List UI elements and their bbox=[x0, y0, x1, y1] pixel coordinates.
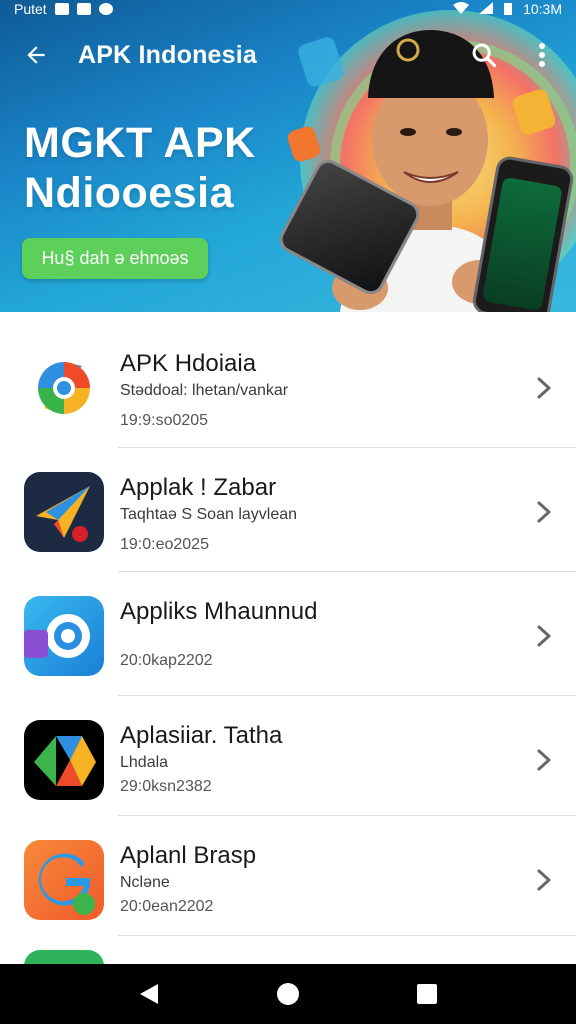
app-date: 20:0ean2202 bbox=[120, 898, 214, 915]
hero-title: MGKT APK Ndiooesia bbox=[24, 118, 256, 218]
list-item[interactable]: Applak ! Zabar Taqhtaə S Soan layvlean 1… bbox=[0, 448, 576, 572]
chevron-right-icon bbox=[537, 625, 551, 647]
chevron-right-icon bbox=[537, 377, 551, 399]
search-icon bbox=[472, 43, 497, 68]
chevron-right-icon bbox=[537, 749, 551, 771]
carrier-label: Putet bbox=[14, 1, 47, 17]
app-date: 19:9:so0205 bbox=[120, 412, 209, 429]
wifi-icon bbox=[453, 1, 470, 17]
app-title: APK Hdoiaia bbox=[120, 350, 257, 377]
nav-recents-button[interactable] bbox=[407, 974, 447, 1014]
notification-icon bbox=[98, 3, 113, 15]
overflow-menu-button[interactable] bbox=[524, 37, 560, 73]
nav-home-button[interactable] bbox=[268, 974, 308, 1014]
app-title: Aplanl Brasp bbox=[120, 842, 257, 869]
status-bar: Putet 10:3M bbox=[0, 0, 576, 18]
triangle-back-icon bbox=[140, 984, 159, 1004]
hero-cta-button[interactable]: Hu§ dah ə ehnoəs bbox=[22, 238, 208, 279]
arrow-left-icon bbox=[27, 46, 45, 64]
signal-icon bbox=[479, 1, 494, 17]
system-nav-bar bbox=[0, 964, 576, 1024]
circle-home-icon bbox=[276, 983, 299, 1005]
hero-title-line: MGKT APK bbox=[24, 119, 256, 167]
back-button[interactable] bbox=[16, 35, 56, 75]
chevron-right-icon bbox=[537, 501, 551, 523]
notification-icon bbox=[76, 3, 91, 15]
g-letter-icon bbox=[24, 840, 104, 920]
app-bar: APK Indonesia bbox=[0, 26, 576, 84]
status-time: 10:3M bbox=[523, 1, 562, 17]
app-title: Aplasiiar. Tatha bbox=[120, 722, 283, 749]
list-item-partial[interactable] bbox=[0, 936, 576, 966]
chevron-right-icon bbox=[537, 869, 551, 891]
app-title: Applak ! Zabar bbox=[120, 474, 277, 501]
more-vert-icon bbox=[539, 43, 545, 67]
list-item[interactable]: Appliks Mhaunnud 20:0kap2202 bbox=[0, 572, 576, 696]
notification-icon bbox=[54, 3, 69, 15]
app-subtitle: Taqhtaə S Soan layvlean bbox=[120, 506, 298, 523]
ring-target-icon bbox=[24, 596, 104, 676]
list-item[interactable]: Aplanl Brasp Ncləne 20:0ean2202 bbox=[0, 816, 576, 936]
chrome-swirl-icon bbox=[24, 348, 104, 428]
list-item[interactable]: APK Hdoiaia Stəddoal: lhetan/vankar 19:9… bbox=[0, 324, 576, 448]
battery-icon bbox=[503, 1, 513, 18]
nav-back-button[interactable] bbox=[129, 974, 169, 1014]
app-subtitle: Ncləne bbox=[120, 874, 170, 891]
app-date: 29:0ksn2382 bbox=[120, 778, 212, 795]
square-recents-icon bbox=[416, 984, 437, 1004]
app-bar-title: APK Indonesia bbox=[78, 40, 258, 69]
app-date: 20:0kap2202 bbox=[120, 652, 213, 669]
hero-banner: Putet 10:3M APK Indonesia MGKT APK Ndioo… bbox=[0, 0, 576, 312]
colorful-a-icon bbox=[24, 720, 104, 800]
list-item[interactable]: Aplasiiar. Tatha Lhdala 29:0ksn2382 bbox=[0, 696, 576, 816]
app-subtitle: Lhdala bbox=[120, 754, 169, 771]
app-subtitle: Stəddoal: lhetan/vankar bbox=[120, 382, 289, 399]
hero-title-line: Ndiooesia bbox=[24, 169, 234, 217]
paper-plane-icon bbox=[24, 472, 104, 552]
app-title: Appliks Mhaunnud bbox=[120, 598, 318, 625]
app-date: 19:0:eo2025 bbox=[120, 536, 209, 553]
app-list: APK Hdoiaia Stəddoal: lhetan/vankar 19:9… bbox=[0, 324, 576, 966]
search-button[interactable] bbox=[466, 37, 502, 73]
